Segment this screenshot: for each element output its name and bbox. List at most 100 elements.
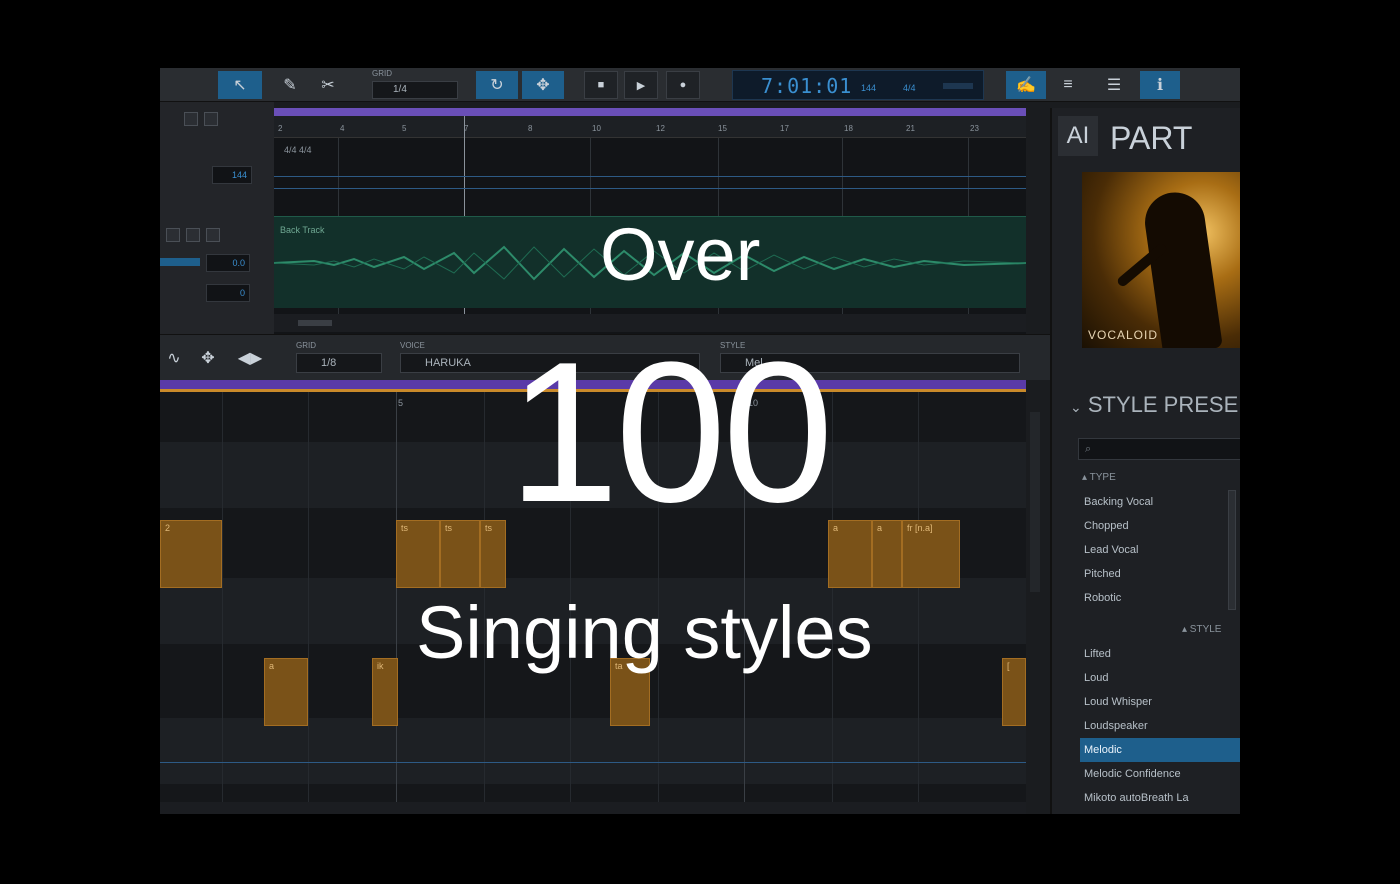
volume-slider[interactable] — [160, 258, 200, 266]
nudge-button[interactable]: ◀▶ — [232, 345, 268, 371]
note[interactable]: ta — [610, 658, 650, 726]
type-list-scrollbar[interactable] — [1228, 490, 1236, 610]
record-icon: ● — [679, 79, 687, 91]
note[interactable]: [ — [1002, 658, 1026, 726]
header-toggle-b[interactable] — [204, 112, 218, 126]
scissors-tool-button[interactable]: ✂ — [310, 71, 346, 99]
zoom-tool-button[interactable]: ∿ — [160, 345, 188, 371]
note[interactable]: ts — [440, 520, 480, 588]
arrangement-ruler[interactable]: 2 4 5 7 8 10 12 15 17 18 21 23 — [274, 116, 1026, 138]
arrangement-scrollbar[interactable] — [274, 314, 1026, 332]
piano-roll[interactable]: 5 10 2 ts ts ts a a fr [n.a] a ik ta [ — [160, 392, 1040, 802]
pointer-icon: ↖ — [233, 77, 247, 94]
note[interactable]: 2 — [160, 520, 222, 588]
style-item[interactable]: Loud — [1080, 666, 1240, 690]
bar-marker: 5 — [398, 398, 404, 408]
style-item-selected[interactable]: Melodic — [1080, 738, 1240, 762]
grid-line — [658, 392, 659, 802]
style-select[interactable]: Mel — [720, 353, 1020, 373]
style-item[interactable]: Melodic Confidence — [1080, 762, 1240, 786]
roll-horizontal-scrollbar[interactable] — [160, 802, 1026, 814]
note[interactable]: ts — [396, 520, 440, 588]
signature-readout: 4/4 — [903, 83, 916, 93]
type-item[interactable]: Lead Vocal — [1080, 538, 1240, 562]
loop-button[interactable]: ↻ — [476, 71, 518, 99]
tempo-line — [274, 176, 1026, 177]
editor-loop-bar[interactable] — [160, 380, 1026, 392]
roll-vertical-scrollbar[interactable] — [1030, 412, 1040, 592]
play-icon: ▶ — [636, 79, 646, 92]
note[interactable]: a — [828, 520, 872, 588]
style-item[interactable]: Loud Whisper — [1080, 690, 1240, 714]
pitch-line — [160, 762, 1026, 763]
style-presets-header[interactable]: ⌄ STYLE PRESE — [1070, 392, 1238, 418]
grid-select[interactable]: 1/4 — [372, 81, 458, 99]
voice-label: VOICE — [400, 341, 425, 350]
ruler-tick: 2 — [278, 124, 283, 133]
pencil-tool-button[interactable]: ✎ — [270, 71, 310, 99]
vocaloid-editor-window: ↖ ✎ ✂ GRID 1/4 ↻ ✥ ■ ▶ ● 7:01:01 144 4/4… — [160, 68, 1240, 814]
solo-toggle[interactable] — [186, 228, 200, 242]
type-group-header[interactable]: ▴ TYPE — [1082, 472, 1116, 483]
play-button[interactable]: ▶ — [624, 71, 658, 99]
ruler-tick: 8 — [528, 124, 533, 133]
style-search-input[interactable]: ⌕ — [1078, 438, 1240, 460]
level-meter — [943, 83, 973, 89]
grid-line — [396, 392, 397, 802]
ai-tag: AI — [1058, 116, 1098, 156]
type-item[interactable]: Backing Vocal — [1080, 490, 1240, 514]
style-group-header[interactable]: ▴ STYLE — [1182, 624, 1221, 635]
grid-line — [484, 392, 485, 802]
record-button[interactable]: ● — [666, 71, 700, 99]
style-item[interactable]: Mikoto autoBreath La — [1080, 786, 1240, 810]
grid-line — [744, 392, 745, 802]
stop-icon: ■ — [597, 79, 605, 91]
move-button[interactable]: ✥ — [522, 71, 564, 99]
scroll-thumb[interactable] — [298, 320, 332, 326]
pan-field[interactable]: 0 — [206, 284, 250, 302]
mixer-icon: ≡ — [1063, 76, 1073, 93]
arrangement-loop-bar[interactable] — [274, 108, 1026, 116]
arrangement-view[interactable]: 2 4 5 7 8 10 12 15 17 18 21 23 4/4 4/4 B… — [274, 108, 1026, 334]
ai-part-panel: AI PART VOCALOID ⌄ STYLE PRESE ⌕ ▴ TYPE … — [1050, 108, 1240, 814]
audio-track-clip[interactable]: Back Track — [274, 216, 1026, 308]
tempo-field[interactable]: 144 — [212, 166, 252, 184]
move-icon: ✥ — [536, 77, 550, 94]
singer-silhouette — [1141, 188, 1223, 348]
info-button[interactable]: ℹ — [1140, 71, 1180, 99]
note[interactable]: ik — [372, 658, 398, 726]
select-tool-button[interactable]: ↖ — [218, 71, 262, 99]
editor-grid-select[interactable]: 1/8 — [296, 353, 382, 373]
note[interactable]: a — [264, 658, 308, 726]
type-item[interactable]: Robotic — [1080, 586, 1240, 610]
style-item[interactable]: Lifted — [1080, 642, 1240, 666]
note[interactable]: a — [872, 520, 902, 588]
mixer-button[interactable]: ≡ — [1048, 71, 1088, 99]
header-toggle-a[interactable] — [184, 112, 198, 126]
ruler-tick: 5 — [402, 124, 407, 133]
waveform — [274, 245, 1026, 281]
crosshair-icon: ✥ — [201, 350, 215, 367]
type-item[interactable]: Chopped — [1080, 514, 1240, 538]
note[interactable]: ts — [480, 520, 506, 588]
piano-row — [160, 718, 1026, 784]
stop-button[interactable]: ■ — [584, 71, 618, 99]
collapse-chevron-icon: ⌄ — [1070, 399, 1082, 415]
edit-panel-button[interactable]: ✍ — [1006, 71, 1046, 99]
time-readout: 7:01:01 — [761, 74, 853, 98]
style-label: STYLE — [720, 341, 746, 350]
ruler-tick: 21 — [906, 124, 915, 133]
style-item[interactable]: Loudspeaker — [1080, 714, 1240, 738]
volume-field[interactable]: 0.0 — [206, 254, 250, 272]
grid-line — [222, 392, 223, 802]
grid-line — [308, 392, 309, 802]
voicebank-image: VOCALOID — [1082, 172, 1240, 348]
arm-toggle[interactable] — [206, 228, 220, 242]
mute-toggle[interactable] — [166, 228, 180, 242]
note[interactable]: fr [n.a] — [902, 520, 960, 588]
list-button[interactable]: ☰ — [1094, 71, 1134, 99]
voice-select[interactable]: HARUKA — [400, 353, 700, 373]
type-item[interactable]: Pitched — [1080, 562, 1240, 586]
move-tool-button[interactable]: ✥ — [194, 345, 222, 371]
pencil-icon: ✎ — [283, 77, 297, 94]
